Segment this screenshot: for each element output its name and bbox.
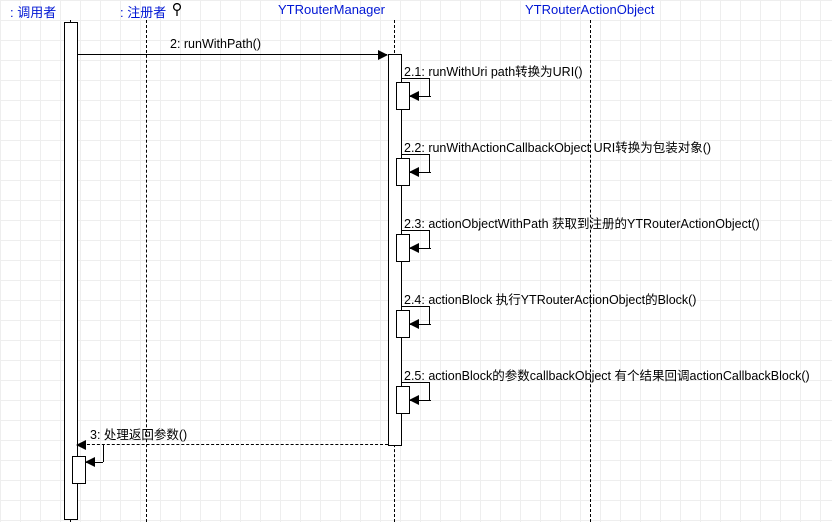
sequence-diagram: : 调用者 : 注册者 YTRouterManager YTRouterActi… [0, 0, 832, 522]
message-3-label: 3: 处理返回参数() [90, 424, 187, 443]
message-2-2-label: 2.2: runWithActionCallbackObject URI转换为包… [404, 137, 711, 156]
participant-router-manager: YTRouterManager [278, 2, 385, 17]
lifeline-action-obj [590, 20, 591, 522]
participant-caller: : 调用者 [10, 2, 56, 21]
activation-self-2-5 [396, 386, 410, 414]
activation-self-2-3 [396, 234, 410, 262]
message-2-1-label: 2.1: runWithUri path转换为URI() [404, 61, 583, 80]
participant-registrar: : 注册者 [120, 2, 166, 21]
message-2-4-label: 2.4: actionBlock 执行YTRouterActionObject的… [404, 289, 696, 308]
activation-self-2-2 [396, 158, 410, 186]
activation-self-2-1 [396, 82, 410, 110]
message-2-3-label: 2.3: actionObjectWithPath 获取到注册的YTRouter… [404, 213, 760, 232]
activation-caller-return [72, 456, 86, 484]
participant-router-action-object: YTRouterActionObject [525, 2, 654, 17]
message-2-arrow [77, 54, 387, 55]
lifeline-registrar [146, 20, 147, 522]
actor-icon [171, 3, 185, 17]
activation-self-2-4 [396, 310, 410, 338]
message-2-5-label: 2.5: actionBlock的参数callbackObject 有个结果回调… [404, 365, 810, 384]
message-2-label: 2: runWithPath() [170, 37, 261, 51]
message-3-arrow [77, 444, 388, 445]
